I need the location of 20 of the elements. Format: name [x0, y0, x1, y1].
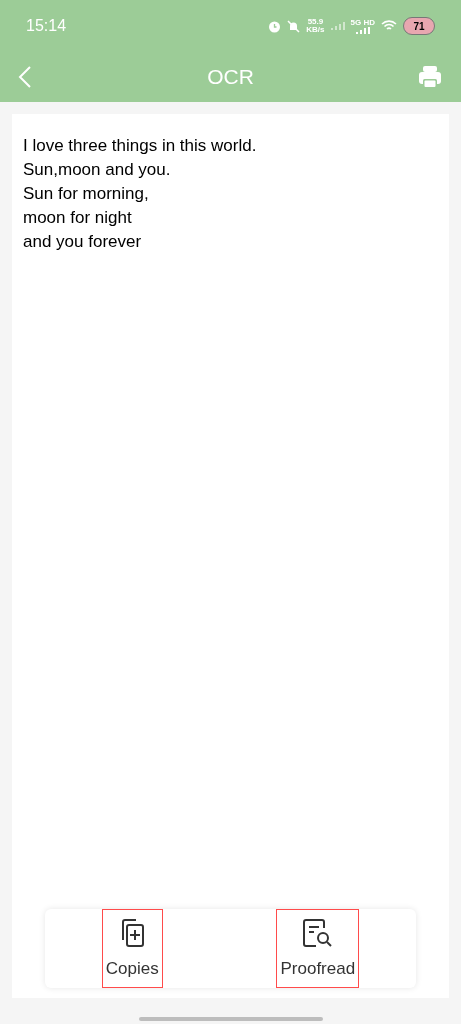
text-line: Sun,moon and you. — [23, 159, 172, 181]
signal-icon — [330, 22, 345, 30]
bell-off-icon — [287, 19, 301, 33]
battery-indicator: 71 — [403, 17, 435, 35]
text-line: Sun for morning, — [23, 183, 150, 205]
text-line: I love three things in this world. — [23, 135, 258, 157]
network-speed: 55.9 — [307, 18, 324, 26]
print-button[interactable] — [417, 64, 443, 90]
page-title: OCR — [207, 64, 254, 91]
network-type: 5G HD — [350, 18, 375, 27]
text-line: and you forever — [23, 231, 143, 253]
document-search-icon — [301, 917, 334, 948]
wifi-icon — [381, 20, 397, 32]
alarm-icon — [268, 19, 282, 33]
action-button[interactable]: Copies — [101, 908, 163, 989]
speed-unit: KB/s — [306, 26, 325, 34]
status-time: 15:14 — [26, 16, 67, 36]
action-button[interactable]: Proofread — [276, 908, 360, 989]
text-line: moon for night — [23, 207, 133, 229]
signal-icon — [355, 26, 370, 34]
